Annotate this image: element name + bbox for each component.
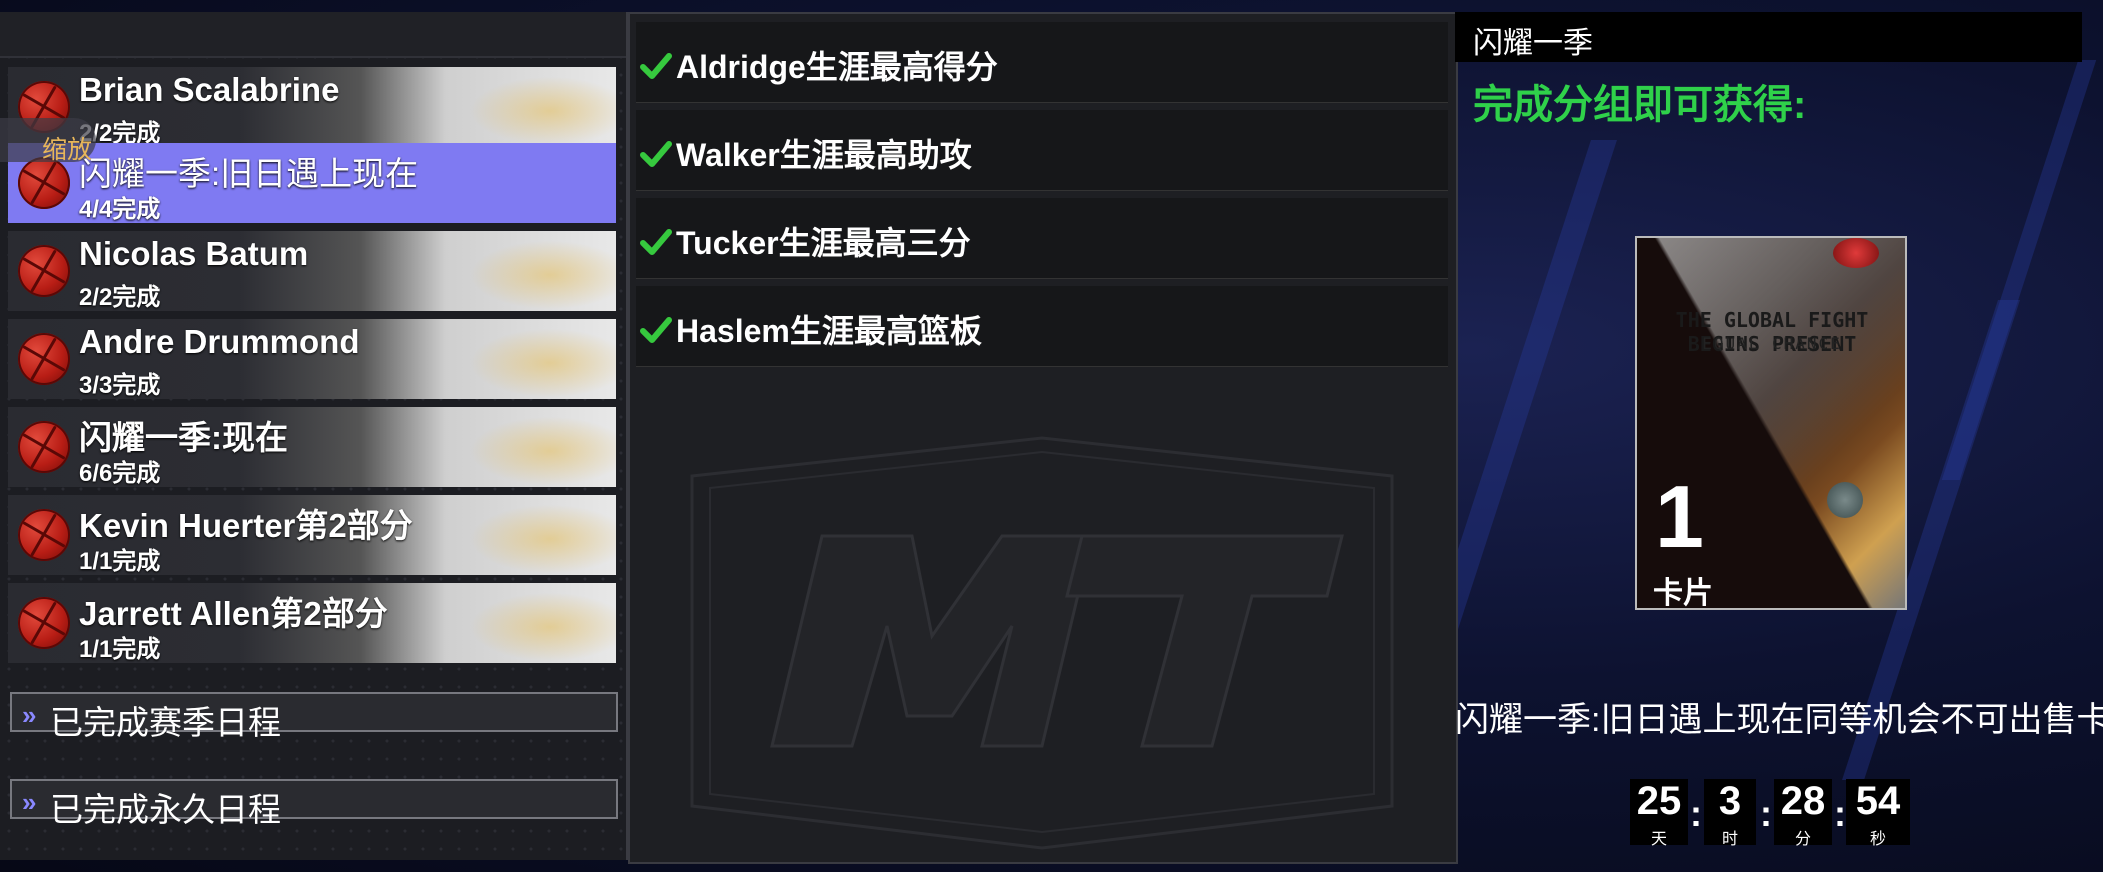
section-label: 已完成赛季日程: [50, 704, 281, 741]
basketball-icon: [18, 333, 70, 385]
timer-days-label: 天: [1650, 831, 1667, 848]
group-progress: 2/2完成: [79, 284, 161, 311]
reward-header-label: 闪耀一季: [1473, 27, 1593, 60]
timer-seconds: 54 秒: [1846, 779, 1910, 848]
task-label: Walker生涯最高助攻: [676, 137, 972, 173]
checkmark-icon: [640, 53, 672, 79]
basketball-icon: [18, 597, 70, 649]
pack-count: 1: [1655, 467, 1704, 566]
group-name: Jarrett Allen第2部分: [79, 595, 388, 632]
group-progress: 1/1完成: [79, 636, 161, 663]
checkmark-icon: [640, 317, 672, 343]
group-progress: 3/3完成: [79, 372, 161, 399]
reward-panel: 闪耀一季 完成分组即可获得: THE GLOBAL FIGHT BEGINS P…: [1455, 12, 2103, 860]
mt-logo: [690, 436, 1394, 850]
group-name: Kevin Huerter第2部分: [79, 507, 413, 544]
group-name: Andre Drummond: [79, 323, 360, 360]
timer-separator: :: [1690, 793, 1702, 834]
basketball-icon: [18, 421, 70, 473]
timer-hours: 3 时: [1704, 779, 1756, 848]
group-row[interactable]: Andre Drummond 3/3完成: [8, 319, 616, 399]
chevron-right-icon: »: [22, 700, 37, 730]
timer-minutes-value: 28: [1780, 779, 1826, 823]
completed-season-schedule[interactable]: » 已完成赛季日程: [10, 692, 618, 741]
pack-name: 闪耀一季:旧日遇上现在同等机会不可出售卡包: [1455, 701, 2103, 739]
timer-minutes-label: 分: [1794, 831, 1811, 848]
group-progress: 4/4完成: [79, 196, 161, 223]
group-progress: 6/6完成: [79, 460, 161, 487]
rose-emblem: [1833, 238, 1879, 268]
pack-subtitle: EQUAL CHANCE: [1702, 334, 1842, 353]
timer-minutes: 28 分: [1774, 779, 1832, 848]
task-list-panel: Aldridge生涯最高得分 Walker生涯最高助攻 Tucker生涯最高三分…: [628, 12, 1458, 864]
group-row[interactable]: Kevin Huerter第2部分 1/1完成: [8, 495, 616, 575]
timer-hours-label: 时: [1721, 831, 1738, 848]
pack-unit: 卡片: [1653, 577, 1713, 610]
group-row[interactable]: 闪耀一季:现在 6/6完成: [8, 407, 616, 487]
group-name: 闪耀一季:现在: [79, 419, 288, 456]
timer-days: 25 天: [1630, 779, 1688, 848]
task-row[interactable]: Haslem生涯最高篮板: [636, 286, 1448, 367]
timer-hours-value: 3: [1718, 779, 1742, 823]
checkmark-icon: [640, 141, 672, 167]
reward-pack-card[interactable]: THE GLOBAL FIGHT BEGINS PRESENT EQUAL CH…: [1635, 236, 1907, 610]
timer-seconds-value: 54: [1855, 779, 1901, 823]
group-row[interactable]: Nicolas Batum 2/2完成: [8, 231, 616, 311]
timer-separator: :: [1760, 793, 1772, 834]
reward-header: 闪耀一季: [1455, 12, 2082, 62]
game-screen: Brian Scalabrine 2/2完成 闪耀一季:旧日遇上现在 4/4完成…: [0, 0, 2103, 872]
shrink-tab[interactable]: 缩放: [0, 118, 100, 164]
group-row[interactable]: Jarrett Allen第2部分 1/1完成: [8, 583, 616, 663]
task-row[interactable]: Walker生涯最高助攻: [636, 110, 1448, 191]
task-row[interactable]: Tucker生涯最高三分: [636, 198, 1448, 279]
timer-separator: :: [1834, 793, 1846, 834]
task-label: Aldridge生涯最高得分: [676, 49, 998, 85]
chevron-right-icon: »: [22, 787, 37, 817]
task-label: Tucker生涯最高三分: [676, 225, 971, 261]
group-list-header: [0, 12, 626, 58]
task-label: Haslem生涯最高篮板: [676, 313, 982, 349]
timer-seconds-label: 秒: [1869, 831, 1886, 848]
section-label: 已完成永久日程: [50, 791, 281, 828]
shrink-label: 缩放: [42, 136, 93, 164]
task-row[interactable]: Aldridge生涯最高得分: [636, 22, 1448, 103]
group-progress: 1/1完成: [79, 548, 161, 575]
completed-permanent-schedule[interactable]: » 已完成永久日程: [10, 779, 618, 828]
checkmark-icon: [640, 229, 672, 255]
group-name: Nicolas Batum: [79, 235, 309, 272]
reward-heading: 完成分组即可获得:: [1473, 83, 1807, 127]
group-name: Brian Scalabrine: [79, 71, 340, 108]
group-name: 闪耀一季:旧日遇上现在: [79, 155, 419, 192]
basketball-icon: [18, 509, 70, 561]
countdown-timer: 25 天 : 3 时 : 28 分 : 54 秒: [1630, 779, 1910, 848]
globe-emblem: [1827, 482, 1863, 518]
basketball-icon: [18, 245, 70, 297]
timer-days-value: 25: [1636, 779, 1682, 823]
